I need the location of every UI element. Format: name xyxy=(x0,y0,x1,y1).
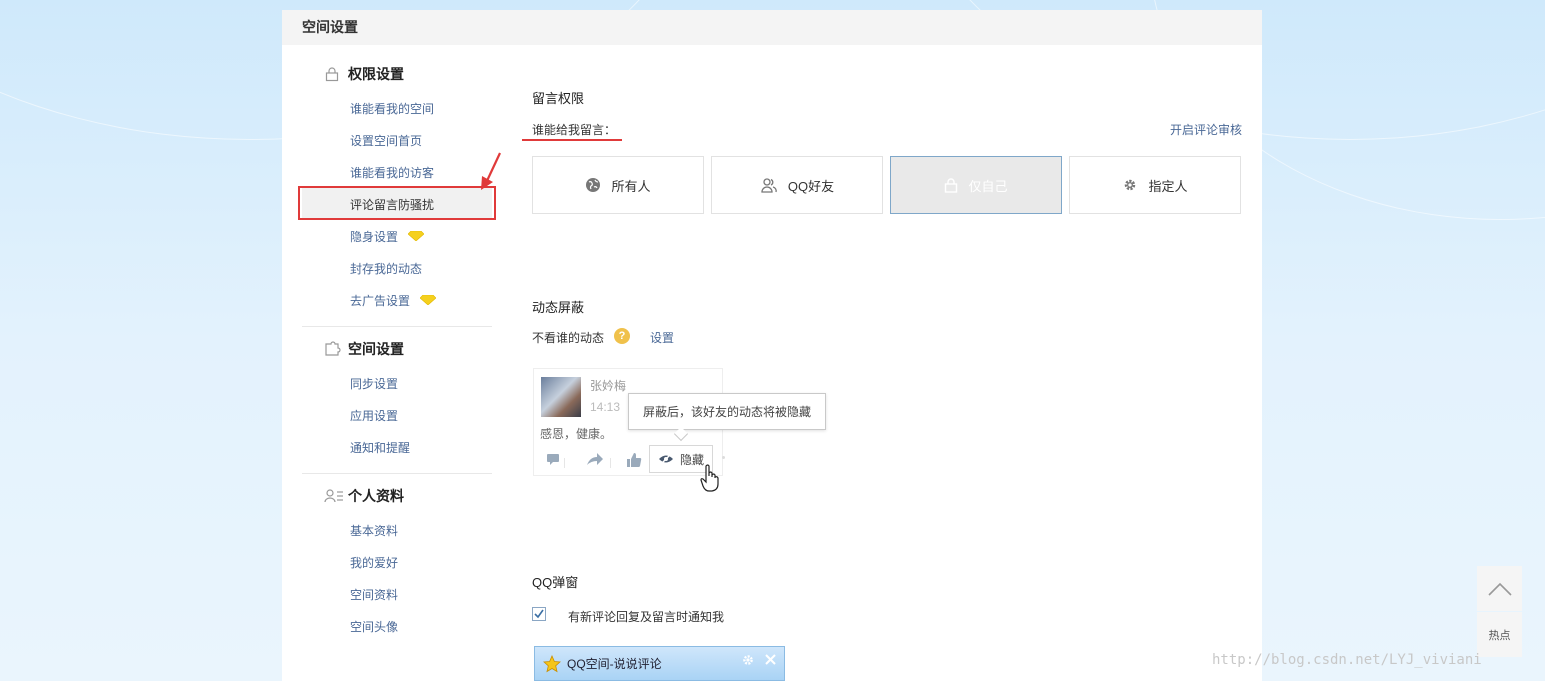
star-icon xyxy=(543,654,561,672)
sidebar-item-label: 基本资料 xyxy=(350,523,399,538)
permission-option-specified[interactable]: 指定人 xyxy=(1069,156,1241,214)
page-title: 空间设置 xyxy=(282,10,1262,45)
sidebar-item-label: 封存我的动态 xyxy=(350,261,423,276)
notify-checkbox[interactable] xyxy=(532,607,546,621)
comment-icon xyxy=(546,452,560,469)
close-icon[interactable] xyxy=(764,653,777,669)
sidebar-item-label: 设置空间首页 xyxy=(350,133,423,148)
sidebar: 权限设置 谁能看我的空间 设置空间首页 谁能看我的访客 评论留言防骚扰 隐身设置… xyxy=(302,64,492,642)
avatar xyxy=(541,377,581,417)
sidebar-group-title: 个人资料 xyxy=(348,488,404,504)
eye-slash-icon xyxy=(658,453,674,465)
more-dot xyxy=(722,456,725,459)
friends-icon xyxy=(760,177,778,193)
feed-text: 感恩，健康。 xyxy=(540,427,613,441)
sidebar-group-profile: 个人资料 xyxy=(302,486,492,506)
sidebar-item-label: 通知和提醒 xyxy=(350,440,411,455)
watermark: http://blog.csdn.net/LYJ_viviani xyxy=(1212,652,1482,668)
sidebar-item-label: 谁能看我的空间 xyxy=(350,101,435,116)
sidebar-group-title: 空间设置 xyxy=(348,341,404,357)
lock-icon xyxy=(324,64,348,84)
sidebar-group-title: 权限设置 xyxy=(348,66,404,82)
sidebar-item-label: 应用设置 xyxy=(350,408,399,423)
lock-icon xyxy=(944,177,958,193)
vip-diamond-icon xyxy=(408,231,425,241)
feed-settings-link[interactable]: 设置 xyxy=(650,329,674,346)
permission-option-label: 所有人 xyxy=(611,178,651,194)
like-icon xyxy=(626,452,642,471)
annotation-underline xyxy=(522,139,622,141)
notify-label: 有新评论回复及留言时通知我 xyxy=(568,610,725,624)
sidebar-item-label: 我的爱好 xyxy=(350,555,399,570)
puzzle-icon xyxy=(324,339,348,359)
back-to-top-button[interactable] xyxy=(1477,566,1522,611)
sidebar-item-label: 谁能看我的访客 xyxy=(350,165,435,180)
sidebar-group-permissions: 权限设置 xyxy=(302,64,492,84)
feed-author-name: 张妗梅 xyxy=(590,379,627,393)
checkmark-icon xyxy=(534,609,544,619)
sidebar-item-label: 隐身设置 xyxy=(350,229,399,244)
sidebar-item-space-info[interactable]: 空间资料 xyxy=(302,578,492,610)
sidebar-item-remove-ads[interactable]: 去广告设置 xyxy=(302,284,492,316)
sidebar-item-label: 空间头像 xyxy=(350,619,399,634)
sidebar-item-apps[interactable]: 应用设置 xyxy=(302,399,492,431)
feed-time: 14:13 xyxy=(590,400,621,414)
sidebar-item-sync[interactable]: 同步设置 xyxy=(302,367,492,399)
sidebar-item-basic-info[interactable]: 基本资料 xyxy=(302,514,492,546)
permission-option-everyone[interactable]: 所有人 xyxy=(532,156,704,214)
hot-button[interactable]: 热点 xyxy=(1477,612,1522,657)
chevron-up-icon xyxy=(1487,582,1512,596)
hide-feed-label: 不看谁的动态 xyxy=(532,331,605,345)
divider xyxy=(302,326,492,327)
divider xyxy=(302,473,492,474)
who-can-message-label: 谁能给我留言： xyxy=(532,123,617,137)
gear-icon xyxy=(1122,177,1138,193)
sidebar-group-space: 空间设置 xyxy=(302,339,492,359)
sidebar-item-label: 去广告设置 xyxy=(350,293,411,308)
sidebar-item-space-avatar[interactable]: 空间头像 xyxy=(302,610,492,642)
permission-option-label: QQ好友 xyxy=(787,178,835,194)
sidebar-item-invisible[interactable]: 隐身设置 xyxy=(302,220,492,252)
qq-popup-title: QQ弹窗 xyxy=(532,575,579,590)
share-icon xyxy=(586,452,604,469)
gear-icon[interactable] xyxy=(741,653,755,670)
permission-option-label: 仅自己 xyxy=(968,178,1008,194)
sidebar-item-visitors[interactable]: 谁能看我的访客 xyxy=(302,156,492,188)
action-separator xyxy=(564,458,565,468)
sidebar-item-label: 空间资料 xyxy=(350,587,399,602)
help-icon[interactable]: ? xyxy=(614,328,630,344)
enable-comment-review-link[interactable]: 开启评论审核 xyxy=(1170,121,1242,138)
vip-diamond-icon xyxy=(420,295,437,305)
annotation-highlight xyxy=(298,186,496,220)
qq-popup-preview: QQ空间-说说评论 xyxy=(534,646,785,681)
annotation-arrow-icon xyxy=(481,152,501,190)
sidebar-item-notifications[interactable]: 通知和提醒 xyxy=(302,431,492,463)
sidebar-item-hobbies[interactable]: 我的爱好 xyxy=(302,546,492,578)
permission-option-only-me[interactable]: 仅自己 xyxy=(890,156,1062,214)
sidebar-item-homepage[interactable]: 设置空间首页 xyxy=(302,124,492,156)
sidebar-item-who-can-view-space[interactable]: 谁能看我的空间 xyxy=(302,92,492,124)
sidebar-item-archive-feed[interactable]: 封存我的动态 xyxy=(302,252,492,284)
message-permission-title: 留言权限 xyxy=(532,91,585,106)
profile-icon xyxy=(324,486,348,506)
permission-option-label: 指定人 xyxy=(1148,178,1188,194)
feed-block-title: 动态屏蔽 xyxy=(532,300,585,315)
globe-icon xyxy=(585,177,601,193)
hide-tooltip: 屏蔽后，该好友的动态将被隐藏 xyxy=(628,393,826,430)
sidebar-item-label: 同步设置 xyxy=(350,376,399,391)
popup-title: QQ空间-说说评论 xyxy=(567,657,662,671)
action-separator xyxy=(610,458,611,468)
permission-option-qq-friends[interactable]: QQ好友 xyxy=(711,156,883,214)
hand-cursor-icon xyxy=(700,464,719,492)
